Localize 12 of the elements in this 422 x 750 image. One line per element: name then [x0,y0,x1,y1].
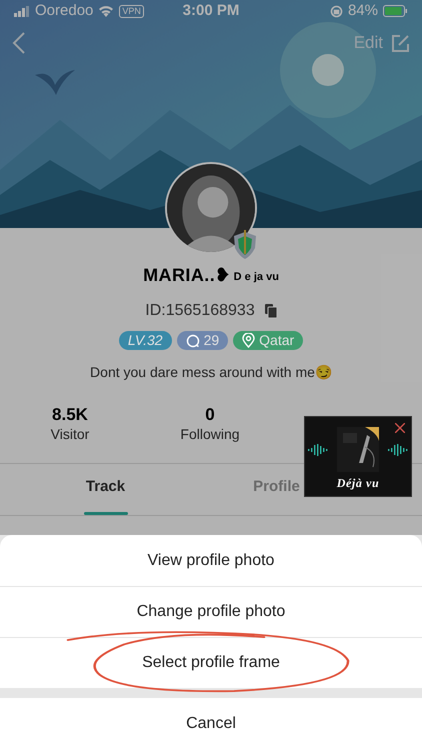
tag-text: Qatar [259,331,294,350]
bio-text: Dont you dare mess around with me😏 [90,363,332,382]
stat-value: 8.5K [52,405,88,425]
tag-text: LV.32 [128,331,163,350]
display-name: MARIA..❥ [143,264,231,287]
name-suffix: D e ja vu [234,270,279,284]
stat-label: Following [180,425,240,443]
stat-value: 0 [205,405,215,425]
user-id: ID:1565168933 [145,301,255,321]
song-title: Déjà vu [336,475,380,492]
tag-text: 29 [204,331,220,350]
stat-label: Visitor [50,425,90,443]
